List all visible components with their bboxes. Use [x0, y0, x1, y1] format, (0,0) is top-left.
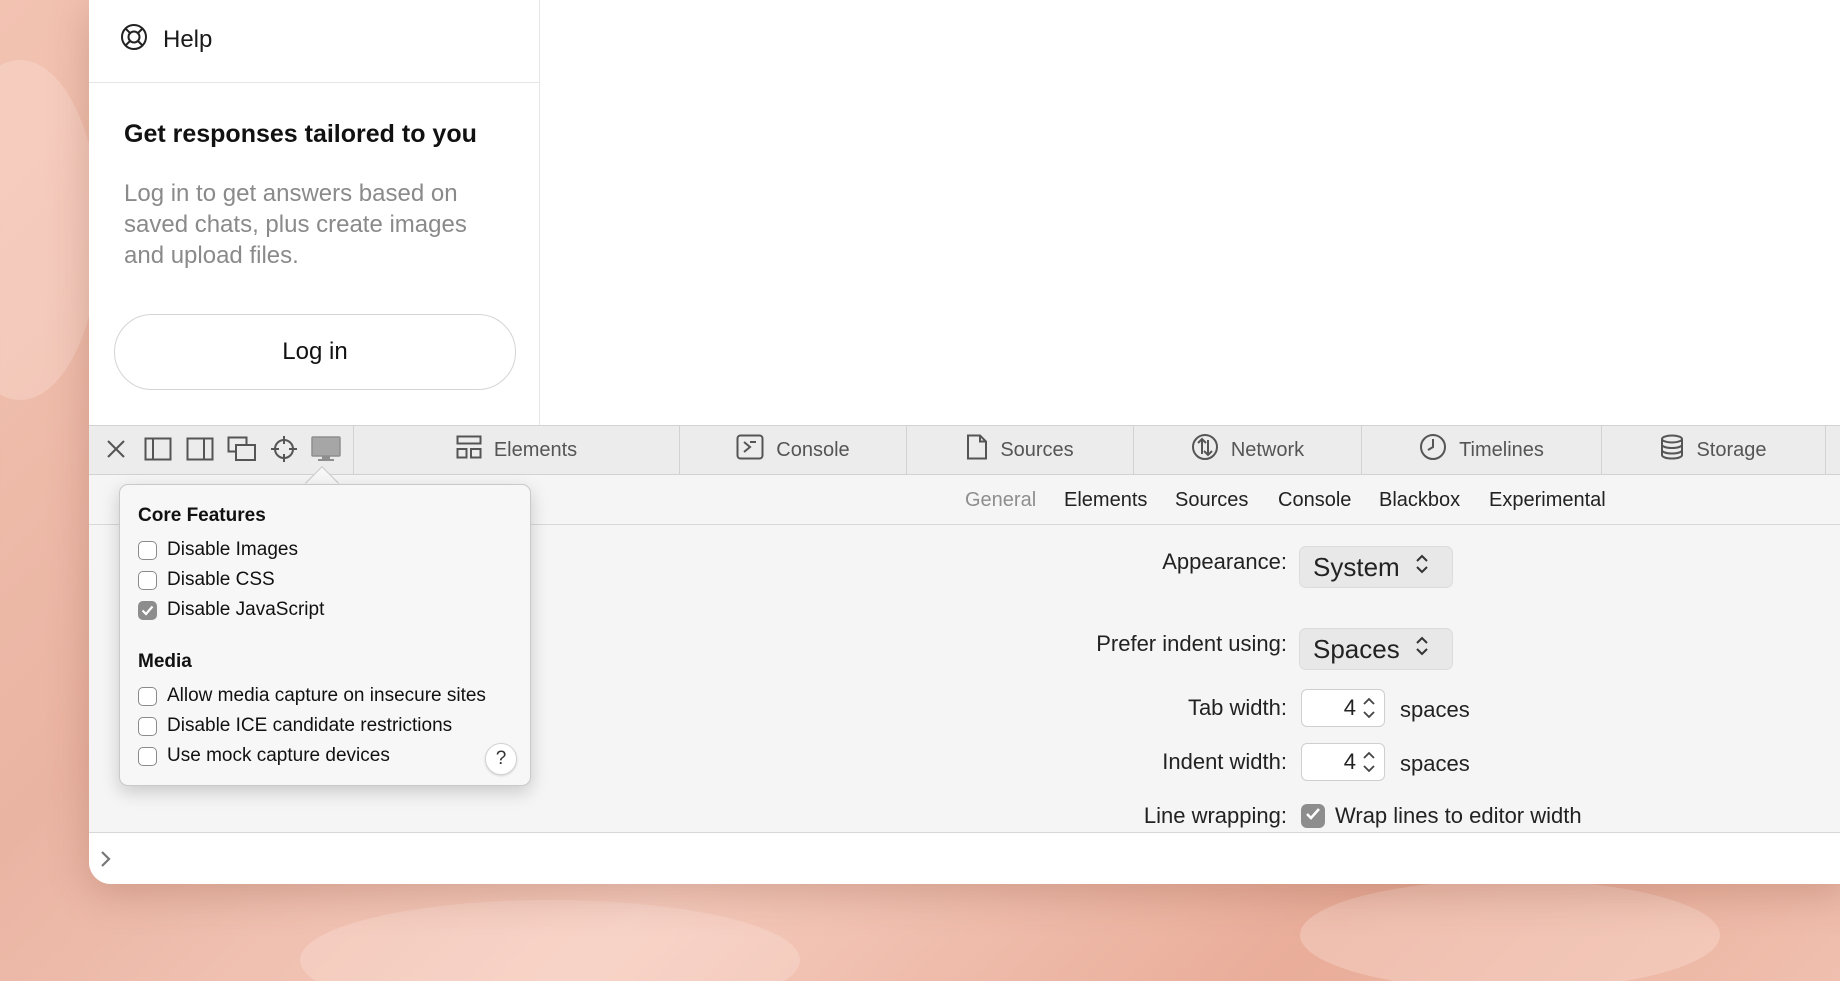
option-label: Disable Images	[167, 539, 298, 560]
option-label: Allow media capture on insecure sites	[167, 685, 486, 706]
monitor-icon	[311, 435, 341, 467]
tab-console[interactable]: Console	[680, 426, 907, 474]
chat-sidebar: Help Get responses tailored to you Log i…	[89, 0, 540, 425]
appearance-label: Appearance:	[1162, 549, 1287, 574]
dock-right-button[interactable]	[185, 437, 215, 465]
disable-css-checkbox[interactable]	[138, 570, 157, 590]
dock-left-button[interactable]	[143, 437, 173, 465]
tab-width-unit: spaces	[1400, 697, 1470, 722]
line-wrapping-label: Line wrapping:	[1143, 803, 1287, 828]
tab-label: Storage	[1696, 438, 1767, 461]
chevron-updown-icon	[1414, 634, 1430, 665]
divider	[89, 82, 540, 83]
mock-capture-devices-option[interactable]: Use mock capture devices	[138, 745, 390, 767]
wrap-lines-option: Wrap lines to editor width	[1335, 803, 1582, 828]
allow-insecure-capture-checkbox[interactable]	[138, 686, 157, 706]
chevron-updown-icon	[1414, 552, 1430, 583]
option-label: Disable CSS	[167, 569, 275, 590]
login-button[interactable]: Log in	[114, 314, 516, 390]
chevron-right-icon	[99, 849, 113, 874]
lifebuoy-icon	[119, 22, 149, 57]
tab-label: Network	[1230, 438, 1305, 461]
appearance-select[interactable]: System	[1299, 546, 1453, 588]
detach-window-icon	[227, 436, 257, 467]
sources-icon	[966, 434, 988, 466]
indent-width-stepper[interactable]: 4	[1301, 743, 1385, 781]
help-label: Help	[163, 25, 213, 53]
disable-images-option[interactable]: Disable Images	[138, 539, 298, 561]
tab-graphics[interactable]	[1826, 426, 1840, 474]
indent-width-value: 4	[1343, 749, 1356, 774]
close-icon	[105, 438, 127, 465]
disable-javascript-option[interactable]: Disable JavaScript	[138, 599, 324, 621]
tab-width-value: 4	[1343, 695, 1356, 720]
media-heading: Media	[138, 651, 192, 672]
element-picker-button[interactable]	[269, 435, 299, 468]
tab-label: Sources	[1000, 438, 1074, 461]
promo-body: Log in to get answers based on saved cha…	[124, 180, 467, 269]
settings-tab-blackbox[interactable]: Blackbox	[1379, 489, 1460, 512]
checkmark-icon	[141, 605, 154, 616]
close-inspector-button[interactable]	[101, 437, 131, 465]
wrap-lines-checkbox[interactable]	[1301, 804, 1325, 828]
detach-window-button[interactable]	[227, 436, 257, 467]
stepper-arrows-icon[interactable]	[1362, 696, 1376, 726]
crosshair-icon	[270, 435, 298, 468]
background-swirl	[1300, 880, 1720, 981]
disable-images-checkbox[interactable]	[138, 540, 157, 560]
settings-tab-general[interactable]: General	[965, 489, 1036, 512]
storage-icon	[1660, 434, 1684, 466]
stepper-arrows-icon[interactable]	[1362, 750, 1376, 780]
tab-elements[interactable]: Elements	[354, 426, 680, 474]
background-swirl	[0, 60, 100, 400]
background-swirl	[300, 900, 800, 981]
disable-ice-restrictions-option[interactable]: Disable ICE candidate restrictions	[138, 715, 452, 737]
promo-title: Get responses tailored to you	[124, 120, 477, 148]
tab-network[interactable]: Network	[1134, 426, 1362, 474]
option-label: Use mock capture devices	[167, 745, 390, 766]
elements-icon	[456, 435, 482, 465]
tab-storage[interactable]: Storage	[1602, 426, 1826, 474]
tab-label: Console	[776, 438, 850, 461]
settings-tab-sources[interactable]: Sources	[1175, 489, 1248, 512]
tab-sources[interactable]: Sources	[907, 426, 1134, 474]
indent-width-label: Indent width:	[1162, 749, 1287, 774]
indent-select[interactable]: Spaces	[1299, 628, 1453, 670]
network-icon	[1191, 433, 1219, 467]
tab-timelines[interactable]: Timelines	[1362, 426, 1602, 474]
indent-width-unit: spaces	[1400, 751, 1470, 776]
disable-javascript-checkbox[interactable]	[138, 600, 157, 620]
tab-width-label: Tab width:	[1187, 695, 1287, 720]
disable-ice-restrictions-checkbox[interactable]	[138, 716, 157, 736]
inspector-tabbar: Elements Console Sources Network Timelin…	[89, 425, 1840, 475]
indent-value: Spaces	[1313, 633, 1400, 664]
settings-tab-experimental[interactable]: Experimental	[1489, 489, 1606, 512]
tab-label: Elements	[493, 438, 578, 461]
option-label: Disable JavaScript	[167, 599, 325, 620]
mock-capture-devices-checkbox[interactable]	[138, 746, 157, 766]
device-settings-popover: Core Features Disable Images Disable CSS…	[119, 484, 531, 786]
core-features-heading: Core Features	[138, 505, 266, 526]
console-prompt-bar[interactable]	[89, 832, 1840, 884]
help-button[interactable]: ?	[485, 743, 517, 775]
timelines-icon	[1419, 433, 1447, 467]
settings-tab-console[interactable]: Console	[1278, 489, 1351, 512]
option-label: Disable ICE candidate restrictions	[167, 715, 453, 736]
dock-left-icon	[144, 437, 172, 466]
settings-tab-elements[interactable]: Elements	[1064, 489, 1147, 512]
allow-insecure-capture-option[interactable]: Allow media capture on insecure sites	[138, 685, 486, 707]
device-settings-button[interactable]	[311, 435, 341, 467]
disable-css-option[interactable]: Disable CSS	[138, 569, 275, 591]
tab-width-stepper[interactable]: 4	[1301, 689, 1385, 727]
tab-label: Timelines	[1459, 438, 1544, 461]
appearance-value: System	[1313, 551, 1400, 582]
console-icon	[736, 434, 764, 466]
checkmark-icon	[1305, 807, 1321, 826]
dock-right-icon	[186, 437, 214, 466]
help-item[interactable]: Help	[119, 22, 212, 57]
indent-label: Prefer indent using:	[1096, 631, 1287, 656]
